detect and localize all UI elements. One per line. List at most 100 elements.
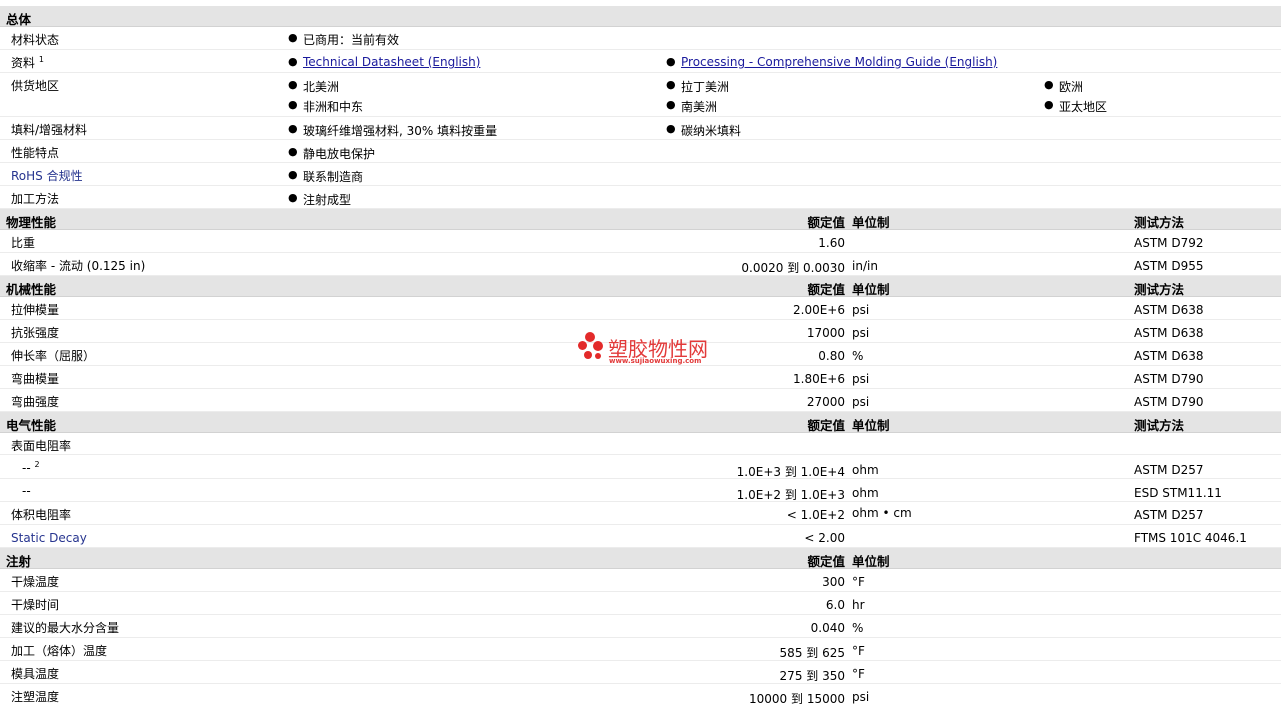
bullet-icon: ● <box>288 31 298 44</box>
row-label: -- 2 <box>22 460 40 475</box>
row-mold-temp: 模具温度 275 到 350 °F <box>0 661 1281 684</box>
row-value: < 2.00 <box>804 531 845 545</box>
row-value: 585 到 625 <box>779 646 845 660</box>
row-process: 加工方法 ● 注射成型 <box>0 186 1281 209</box>
docs-label: 资料 <box>11 56 36 70</box>
row-method: FTMS 101C 4046.1 <box>1134 531 1247 545</box>
bullet-icon: ● <box>288 55 298 68</box>
section-title: 机械性能 <box>6 282 57 297</box>
sub-dash: -- <box>22 461 31 475</box>
col-header-method: 测试方法 <box>1134 282 1185 297</box>
row-surface-sub-1: -- 2 1.0E+3 到 1.0E+4 ohm ASTM D257 <box>0 455 1281 479</box>
col-header-unit: 单位制 <box>852 418 890 433</box>
row-label: 比重 <box>11 236 36 250</box>
watermark-url: www.sujiaowuxing.com <box>609 357 702 365</box>
row-specific-gravity: 比重 1.60 ASTM D792 <box>0 230 1281 253</box>
row-label: 伸长率（屈服） <box>11 349 96 363</box>
region-text: 北美洲 <box>303 80 340 94</box>
row-label: 建议的最大水分含量 <box>11 621 120 635</box>
molding-guide-link[interactable]: Processing - Comprehensive Molding Guide… <box>681 55 997 69</box>
bullet-icon: ● <box>288 145 298 158</box>
row-melt-temp: 加工（熔体）温度 585 到 625 °F <box>0 638 1281 661</box>
row-value: 1.0E+2 到 1.0E+3 <box>736 488 845 502</box>
feature-text: 静电放电保护 <box>303 147 376 161</box>
col-header-unit: 单位制 <box>852 215 890 230</box>
row-moisture: 建议的最大水分含量 0.040 % <box>0 615 1281 638</box>
row-tensile-modulus: 拉伸模量 2.00E+6 psi ASTM D638 <box>0 297 1281 320</box>
row-label: 性能特点 <box>11 146 60 160</box>
bullet-icon: ● <box>288 78 298 91</box>
status-text: 已商用：当前有效 <box>303 33 400 47</box>
section-title: 注射 <box>6 554 32 569</box>
row-label: 抗张强度 <box>11 326 60 340</box>
bullet-icon: ● <box>666 55 676 68</box>
bullet-icon: ● <box>666 78 676 91</box>
row-rohs: RoHS 合规性 ● 联系制造商 <box>0 163 1281 186</box>
row-method: ASTM D257 <box>1134 508 1204 522</box>
footnote-marker: 2 <box>34 460 40 469</box>
section-physical-header: 物理性能 额定值 单位制 测试方法 <box>0 209 1281 230</box>
section-electrical-header: 电气性能 额定值 单位制 测试方法 <box>0 412 1281 433</box>
bullet-icon: ● <box>288 122 298 135</box>
row-surface-resistivity: 表面电阻率 <box>0 433 1281 455</box>
section-injection-header: 注射 额定值 单位制 <box>0 548 1281 569</box>
section-general-header: 总体 <box>0 6 1281 27</box>
bullet-icon: ● <box>288 191 298 204</box>
row-value: 27000 <box>806 395 845 409</box>
row-unit: psi <box>852 326 870 340</box>
row-unit: ohm <box>852 463 879 477</box>
row-method: ASTM D257 <box>1134 463 1204 477</box>
row-unit: ohm • cm <box>852 506 912 520</box>
row-method: ASTM D792 <box>1134 236 1204 250</box>
row-value: 275 到 350 <box>779 669 845 683</box>
row-flexural-strength: 弯曲强度 27000 psi ASTM D790 <box>0 389 1281 412</box>
col-header-unit: 单位制 <box>852 282 890 297</box>
section-mechanical-header: 机械性能 额定值 单位制 测试方法 <box>0 276 1281 297</box>
row-label: 模具温度 <box>11 667 60 681</box>
bullet-icon: ● <box>288 98 298 111</box>
row-unit: psi <box>852 372 870 386</box>
bullet-icon: ● <box>288 168 298 181</box>
col-header-method: 测试方法 <box>1134 418 1185 433</box>
row-method: ASTM D955 <box>1134 259 1204 273</box>
bullet-icon: ● <box>1044 78 1054 91</box>
row-label: 资料 1 <box>11 54 44 71</box>
filler-text: 碳纳米填料 <box>681 124 742 138</box>
row-value: 1.60 <box>818 236 845 250</box>
row-label: 拉伸模量 <box>11 303 60 317</box>
row-unit: psi <box>852 395 870 409</box>
row-label: 材料状态 <box>11 33 60 47</box>
row-label: -- <box>22 484 31 498</box>
rohs-text: 联系制造商 <box>303 170 364 184</box>
bullet-icon: ● <box>666 122 676 135</box>
footnote-marker: 1 <box>38 55 44 64</box>
row-label: 加工（熔体）温度 <box>11 644 108 658</box>
row-unit: °F <box>852 575 865 589</box>
col-header-value: 额定值 <box>807 418 845 433</box>
section-title: 总体 <box>6 12 32 27</box>
technical-datasheet-link[interactable]: Technical Datasheet (English) <box>303 55 480 69</box>
region-text: 欧洲 <box>1059 80 1084 94</box>
section-title: 电气性能 <box>6 418 57 433</box>
row-unit: % <box>852 621 864 635</box>
section-title: 物理性能 <box>6 215 57 230</box>
row-method: ASTM D638 <box>1134 326 1204 340</box>
row-label: Static Decay <box>11 531 87 545</box>
row-unit: °F <box>852 644 865 658</box>
row-label: 供货地区 <box>11 79 60 93</box>
row-label: 弯曲强度 <box>11 395 60 409</box>
bullet-icon: ● <box>1044 98 1054 111</box>
row-volume-resistivity: 体积电阻率 < 1.0E+2 ohm • cm ASTM D257 <box>0 502 1281 525</box>
row-value: < 1.0E+2 <box>786 508 845 522</box>
watermark-logo: 塑胶物性网 www.sujiaowuxing.com <box>578 332 718 372</box>
col-header-unit: 单位制 <box>852 554 890 569</box>
row-label: 注塑温度 <box>11 690 60 704</box>
bullet-icon: ● <box>666 98 676 111</box>
region-text: 亚太地区 <box>1059 100 1108 114</box>
row-unit: in/in <box>852 259 878 273</box>
row-method: ASTM D638 <box>1134 349 1204 363</box>
row-value: 0.80 <box>818 349 845 363</box>
row-features: 性能特点 ● 静电放电保护 <box>0 140 1281 163</box>
row-value: 6.0 <box>825 598 845 612</box>
row-label: 干燥时间 <box>11 598 60 612</box>
